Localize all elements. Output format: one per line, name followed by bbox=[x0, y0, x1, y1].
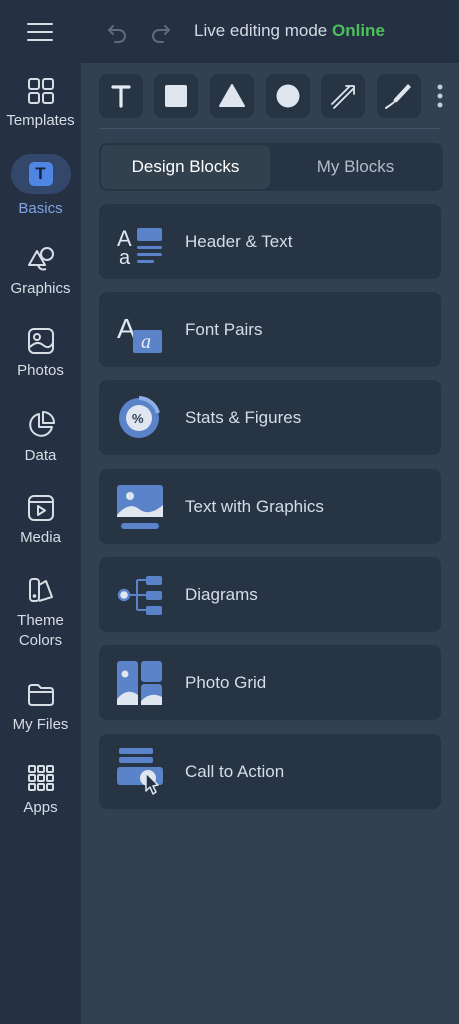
sidebar: Templates T Basics Graphics Photos Data bbox=[0, 63, 81, 1024]
block-photo-grid[interactable]: Photo Grid bbox=[99, 645, 441, 720]
sidebar-item-label: Data bbox=[24, 447, 57, 464]
circle-icon bbox=[276, 84, 300, 108]
media-icon bbox=[27, 495, 54, 521]
block-label: Font Pairs bbox=[185, 320, 263, 339]
sidebar-item-photos[interactable]: Photos bbox=[0, 327, 81, 381]
triangle-icon bbox=[219, 84, 245, 107]
text-tool-icon bbox=[111, 85, 131, 108]
block-label: Call to Action bbox=[185, 762, 285, 781]
photo-grid-icon bbox=[117, 661, 162, 705]
stats-figures-icon: % bbox=[119, 396, 160, 438]
sidebar-item-theme-colors[interactable]: Theme Colors bbox=[0, 577, 81, 651]
block-label: Diagrams bbox=[185, 585, 258, 604]
block-font-pairs[interactable]: A a Font Pairs bbox=[99, 292, 441, 367]
block-label: Stats & Figures bbox=[185, 408, 302, 427]
online-status: Online bbox=[332, 21, 385, 40]
sidebar-item-label: Media bbox=[20, 529, 61, 546]
sidebar-item-label: Basics bbox=[18, 200, 63, 217]
data-icon bbox=[28, 411, 55, 437]
svg-text:%: % bbox=[132, 411, 144, 426]
sidebar-item-label: Photos bbox=[17, 362, 64, 379]
pen-icon bbox=[385, 84, 411, 109]
tab-my-blocks[interactable]: My Blocks bbox=[271, 145, 440, 189]
diagrams-icon bbox=[117, 576, 162, 615]
sidebar-item-media[interactable]: Media bbox=[0, 494, 81, 548]
pen-tool-button[interactable] bbox=[377, 74, 421, 118]
font-pairs-icon: A a bbox=[117, 313, 162, 353]
rectangle-icon bbox=[165, 85, 187, 107]
top-bar: Live editing mode Online bbox=[0, 0, 459, 63]
sidebar-item-label: Graphics bbox=[10, 280, 71, 297]
text-graphics-icon bbox=[117, 485, 163, 529]
toolbar-divider bbox=[99, 128, 440, 129]
sidebar-item-my-files[interactable]: My Files bbox=[0, 681, 81, 735]
block-call-to-action[interactable]: Call to Action bbox=[99, 734, 441, 809]
svg-text:a: a bbox=[141, 331, 151, 353]
undo-icon[interactable] bbox=[106, 20, 130, 44]
block-diagrams[interactable]: Diagrams bbox=[99, 557, 441, 632]
line-tool-button[interactable] bbox=[321, 74, 365, 118]
sidebar-item-label: Templates bbox=[6, 112, 75, 129]
sidebar-item-graphics[interactable]: Graphics bbox=[0, 243, 81, 299]
block-label: Photo Grid bbox=[185, 673, 267, 692]
block-label: Text with Graphics bbox=[185, 497, 324, 516]
sidebar-item-basics[interactable]: T Basics bbox=[0, 154, 81, 219]
call-to-action-icon bbox=[117, 748, 163, 795]
blocks-tab-switcher: Design Blocks My Blocks bbox=[99, 143, 443, 191]
triangle-tool-button[interactable] bbox=[210, 74, 254, 118]
live-editing-label: Live editing mode bbox=[194, 21, 328, 40]
block-header-text[interactable]: A a Header & Text bbox=[99, 204, 441, 279]
sidebar-item-label: Theme Colors bbox=[17, 612, 64, 649]
apps-icon bbox=[27, 765, 54, 791]
theme-colors-icon bbox=[28, 578, 53, 602]
sidebar-item-templates[interactable]: Templates bbox=[0, 77, 81, 131]
sidebar-item-label: My Files bbox=[12, 716, 69, 733]
block-label: Header & Text bbox=[185, 232, 293, 251]
circle-tool-button[interactable] bbox=[266, 74, 310, 118]
rectangle-tool-button[interactable] bbox=[154, 74, 198, 118]
live-editing-status: Live editing mode Online bbox=[194, 21, 385, 41]
block-stats-figures[interactable]: % Stats & Figures bbox=[99, 380, 441, 455]
sidebar-item-apps[interactable]: Apps bbox=[0, 764, 81, 818]
block-text-with-graphics[interactable]: Text with Graphics bbox=[99, 469, 441, 544]
sidebar-item-data[interactable]: Data bbox=[0, 410, 81, 466]
tab-design-blocks[interactable]: Design Blocks bbox=[101, 145, 270, 189]
redo-icon[interactable] bbox=[148, 20, 172, 44]
shape-toolbar bbox=[99, 74, 443, 118]
svg-text:a: a bbox=[119, 247, 131, 266]
line-arrow-icon bbox=[331, 85, 355, 109]
header-text-icon: A a bbox=[117, 226, 162, 266]
basics-icon: T bbox=[10, 154, 71, 194]
more-options-icon[interactable] bbox=[436, 84, 444, 110]
my-files-icon bbox=[27, 684, 54, 706]
graphics-icon bbox=[27, 247, 54, 271]
templates-icon bbox=[27, 78, 54, 104]
photos-icon bbox=[27, 328, 54, 354]
sidebar-item-label: Apps bbox=[23, 799, 58, 816]
text-tool-button[interactable] bbox=[99, 74, 143, 118]
menu-icon[interactable] bbox=[27, 23, 53, 41]
